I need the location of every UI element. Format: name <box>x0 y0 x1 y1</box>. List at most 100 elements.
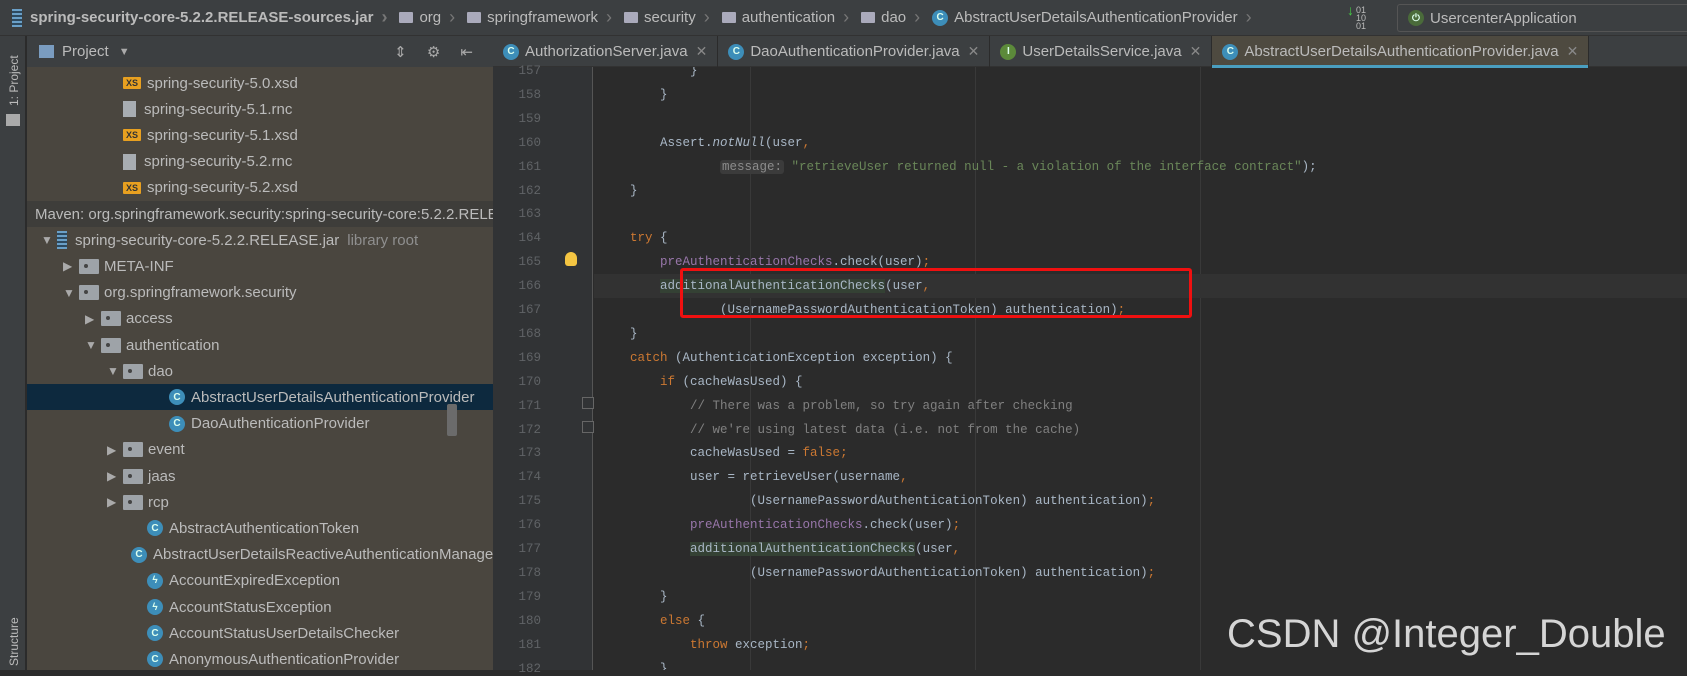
xsd-file-icon: XS <box>123 129 141 142</box>
code-line[interactable]: // we're using latest data (i.e. not fro… <box>594 418 1687 442</box>
code-line[interactable]: } <box>594 83 1687 107</box>
project-panel-tools[interactable]: ⇕ ⚙ ⇤ <box>394 43 481 61</box>
code-line[interactable]: // There was a problem, so try again aft… <box>594 394 1687 418</box>
tree-item[interactable]: C AbstractUserDetailsReactiveAuthenticati… <box>27 542 493 568</box>
code-line[interactable]: additionalAuthenticationChecks(user, <box>594 537 1687 561</box>
tree-item[interactable]: C AbstractAuthenticationToken <box>27 515 493 541</box>
package-folder-icon <box>123 468 143 484</box>
code-line[interactable]: message: "retrieveUser returned null - a… <box>594 155 1687 179</box>
code-line[interactable]: } <box>594 322 1687 346</box>
breadcrumb-item[interactable]: security › <box>618 0 716 36</box>
close-icon[interactable]: ✕ <box>968 43 980 60</box>
tree-item[interactable]: ϟ AccountStatusException <box>27 594 493 620</box>
editor-tab[interactable]: I UserDetailsService.java ✕ <box>990 36 1213 67</box>
code-token: (user <box>915 542 953 556</box>
project-panel-header: Project ▼ ⇕ ⚙ ⇤ <box>27 36 493 67</box>
tree-item-label: spring-security-5.2.rnc <box>144 153 293 171</box>
expand-down-icon[interactable]: ▼ <box>41 233 57 247</box>
tree-item[interactable]: C DaoAuthenticationProvider <box>27 411 493 437</box>
code-token: ; <box>840 446 848 461</box>
tree-item[interactable]: ▼ dao <box>27 358 493 384</box>
structure-tool-button[interactable]: Structure <box>7 617 21 666</box>
code-line[interactable]: } <box>594 585 1687 609</box>
tree-item[interactable]: ▶ event <box>27 437 493 463</box>
breadcrumb-item[interactable]: springframework › <box>461 0 618 36</box>
jar-icon <box>57 231 67 250</box>
project-tree: XS spring-security-5.0.xsd spring-security… <box>27 67 493 670</box>
tree-item[interactable]: ▶ META-INF <box>27 253 493 279</box>
expand-right-icon[interactable]: ▶ <box>63 259 79 273</box>
tree-item[interactable]: C AnonymousAuthenticationProvider <box>27 646 493 670</box>
code-line[interactable]: preAuthenticationChecks.check(user); <box>594 513 1687 537</box>
breadcrumb-item[interactable]: org › <box>393 0 461 36</box>
code-line[interactable]: (UsernamePasswordAuthenticationToken) au… <box>594 561 1687 585</box>
code-line[interactable] <box>594 107 1687 131</box>
code-line[interactable]: Assert.notNull(user, <box>594 131 1687 155</box>
line-number: 169 <box>518 350 541 365</box>
editor-tab[interactable]: C DaoAuthenticationProvider.java ✕ <box>718 36 991 67</box>
code-token: ; <box>952 518 961 533</box>
code-line[interactable]: cacheWasUsed = false; <box>594 441 1687 465</box>
code-token: } <box>600 589 668 604</box>
expand-down-icon[interactable]: ▼ <box>85 338 101 352</box>
editor-tab[interactable]: C AuthorizationServer.java ✕ <box>493 36 719 67</box>
code-editor[interactable]: } } Assert.notNull(user, message: "retri… <box>594 67 1687 670</box>
code-line[interactable]: user = retrieveUser(username, <box>594 465 1687 489</box>
code-token: { <box>690 613 706 628</box>
project-view-selector[interactable]: Project <box>62 43 109 60</box>
breadcrumb-jar[interactable]: spring-security-core-5.2.2.RELEASE-sourc… <box>30 0 393 36</box>
tree-item[interactable]: C AccountStatusUserDetailsChecker <box>27 620 493 646</box>
expand-right-icon[interactable]: ▶ <box>107 469 123 483</box>
code-line[interactable]: (UsernamePasswordAuthenticationToken) au… <box>594 489 1687 513</box>
close-icon[interactable]: ✕ <box>696 43 708 60</box>
code-line[interactable]: } <box>594 179 1687 203</box>
expand-right-icon[interactable]: ▶ <box>107 443 123 457</box>
tree-item[interactable]: ▶ rcp <box>27 489 493 515</box>
package-folder-icon <box>101 311 121 327</box>
fold-marker-icon[interactable] <box>582 397 594 409</box>
editor-tab[interactable]: C AbstractUserDetailsAuthenticationProvid… <box>1212 36 1590 68</box>
code-line[interactable]: try { <box>594 226 1687 250</box>
close-icon[interactable]: ✕ <box>1190 43 1202 60</box>
tree-item[interactable]: Maven: org.springframework.security:spri… <box>27 201 493 227</box>
tree-item[interactable]: ▶ jaas <box>27 463 493 489</box>
expand-down-icon[interactable]: ▼ <box>63 286 79 300</box>
code-line[interactable]: } <box>594 657 1687 671</box>
breadcrumb-item[interactable]: authentication › <box>716 0 855 36</box>
tree-item[interactable]: ▶ access <box>27 306 493 332</box>
tree-item[interactable]: XS spring-security-5.2.xsd <box>27 175 493 201</box>
breadcrumb-class[interactable]: C AbstractUserDetailsAuthenticationProvid… <box>926 0 1257 36</box>
expand-right-icon[interactable]: ▶ <box>107 495 123 509</box>
code-token: } <box>600 183 638 198</box>
vcs-update-icon[interactable]: ↓ 01 10 01 <box>1347 3 1366 31</box>
breadcrumb-item[interactable]: dao › <box>855 0 926 36</box>
tree-scrollbar[interactable] <box>447 404 457 436</box>
fold-marker-icon[interactable] <box>582 421 594 433</box>
tree-item[interactable]: ▼ spring-security-core-5.2.2.RELEASE.jar l… <box>27 227 493 253</box>
watermark: CSDN @Integer_Double <box>1227 612 1666 656</box>
tree-item[interactable]: spring-security-5.2.rnc <box>27 149 493 175</box>
code-line[interactable]: } <box>594 67 1687 83</box>
project-tool-button[interactable]: 1: Project <box>7 55 21 106</box>
tree-item[interactable]: XS spring-security-5.0.xsd <box>27 70 493 96</box>
code-token: user = retrieveUser(username <box>600 470 901 485</box>
run-config-selector[interactable]: ⏻ UsercenterApplication <box>1397 4 1687 32</box>
tree-item[interactable]: spring-security-5.1.rnc <box>27 96 493 122</box>
expand-right-icon[interactable]: ▶ <box>85 312 101 326</box>
code-line[interactable]: catch (AuthenticationException exception… <box>594 346 1687 370</box>
code-line[interactable] <box>594 202 1687 226</box>
lightbulb-icon[interactable] <box>565 252 577 266</box>
tree-item[interactable]: ϟ AccountExpiredException <box>27 568 493 594</box>
code-line[interactable]: if (cacheWasUsed) { <box>594 370 1687 394</box>
tree-item[interactable]: ▼ org.springframework.security <box>27 280 493 306</box>
tree-item[interactable]: ▼ authentication <box>27 332 493 358</box>
close-icon[interactable]: ✕ <box>1567 43 1579 60</box>
tree-item[interactable]: XS spring-security-5.1.xsd <box>27 122 493 148</box>
expand-down-icon[interactable]: ▼ <box>107 364 123 378</box>
chevron-down-icon[interactable]: ▼ <box>119 46 130 58</box>
tree-item[interactable]: C AbstractUserDetailsAuthenticationProvid… <box>27 384 493 411</box>
